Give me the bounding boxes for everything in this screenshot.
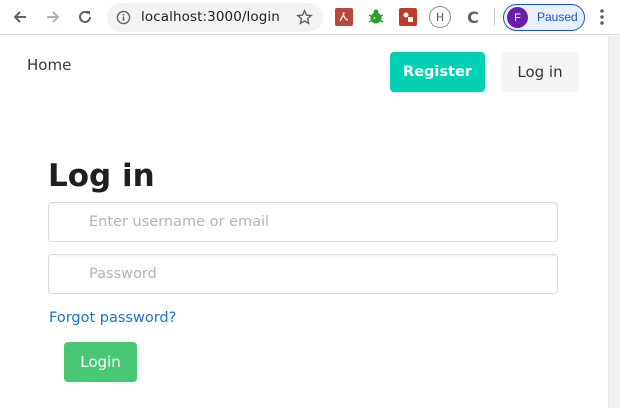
register-button[interactable]: Register xyxy=(390,52,485,92)
username-input[interactable] xyxy=(49,203,557,241)
red-extension-icon[interactable] xyxy=(399,8,417,26)
page-viewport: Home Register Log in Log in Forgot passw… xyxy=(0,36,608,408)
username-field xyxy=(48,202,558,242)
password-input[interactable] xyxy=(49,255,557,293)
bug-extension-icon[interactable] xyxy=(367,8,385,26)
home-link[interactable]: Home xyxy=(27,56,71,74)
address-bar[interactable]: localhost:3000/login xyxy=(107,3,323,32)
h-extension-label: H xyxy=(435,10,445,24)
avatar: F xyxy=(507,7,528,28)
browser-toolbar: localhost:3000/login H C F Paused xyxy=(0,0,620,35)
nav-login-button[interactable]: Log in xyxy=(501,52,579,92)
password-field xyxy=(48,254,558,294)
url-text: localhost:3000/login xyxy=(141,9,280,25)
profile-button[interactable]: F Paused xyxy=(503,4,585,31)
toolbar-divider xyxy=(494,8,495,26)
c-extension-label: C xyxy=(467,7,479,27)
pdf-extension-icon[interactable] xyxy=(335,8,353,26)
menu-kebab-icon[interactable] xyxy=(596,7,608,27)
site-info-icon[interactable] xyxy=(116,10,131,30)
reload-icon[interactable] xyxy=(74,6,96,28)
forward-arrow-icon[interactable] xyxy=(42,6,64,28)
scrollbar[interactable] xyxy=(608,36,620,408)
profile-status: Paused xyxy=(537,10,578,24)
bookmark-star-icon[interactable] xyxy=(296,8,313,31)
h-extension-icon[interactable]: H xyxy=(429,6,451,28)
forgot-password-link[interactable]: Forgot password? xyxy=(49,310,176,326)
login-submit-button[interactable]: Login xyxy=(64,342,137,382)
c-extension-icon[interactable]: C xyxy=(463,7,483,27)
back-arrow-icon[interactable] xyxy=(9,6,31,28)
page-title: Log in xyxy=(48,158,155,194)
